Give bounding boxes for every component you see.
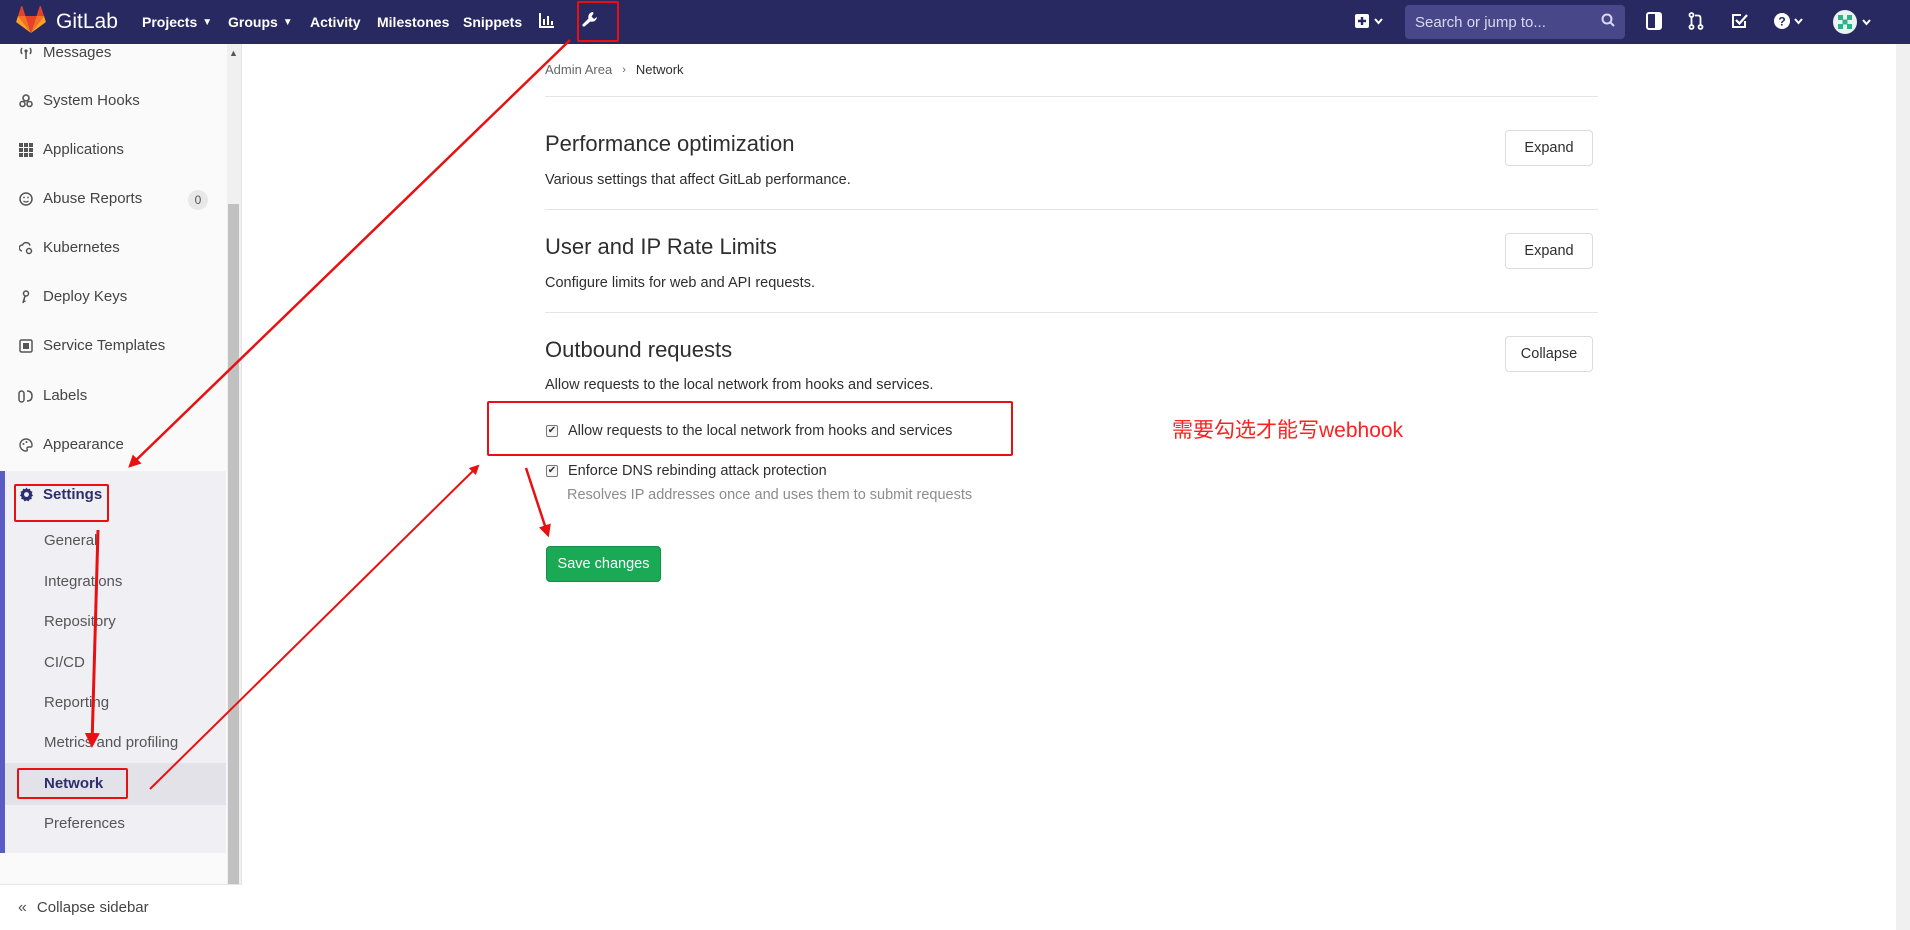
section-desc-outbound: Allow requests to the local network from… bbox=[545, 377, 934, 393]
divider bbox=[545, 312, 1598, 313]
brand-name: GitLab bbox=[56, 10, 118, 33]
settings-subitem-cicd[interactable]: CI/CD bbox=[44, 654, 85, 671]
chevron-down-icon: ▼ bbox=[202, 16, 213, 28]
search-placeholder: Search or jump to... bbox=[1415, 13, 1546, 31]
sidebar-item-label: Messages bbox=[43, 44, 112, 61]
sidebar-item-system-hooks[interactable]: System Hooks bbox=[18, 92, 140, 109]
annotation-box-allow-local bbox=[487, 401, 1013, 456]
settings-subitem-reporting[interactable]: Reporting bbox=[44, 694, 109, 711]
section-title-outbound: Outbound requests bbox=[545, 337, 733, 362]
page-scrollbar[interactable] bbox=[1896, 44, 1910, 930]
gitlab-logo-icon bbox=[16, 5, 46, 39]
settings-subitem-preferences[interactable]: Preferences bbox=[44, 815, 125, 832]
sidebar-item-label: Appearance bbox=[43, 436, 124, 453]
check-square-icon[interactable] bbox=[1731, 12, 1749, 30]
key-icon bbox=[18, 289, 34, 304]
gitlab-brand[interactable]: GitLab bbox=[16, 5, 118, 39]
double-chevron-left-icon: « bbox=[18, 898, 27, 916]
annotation-arrows bbox=[84, 39, 571, 790]
collapse-outbound-button[interactable]: Collapse bbox=[1505, 336, 1593, 372]
chart-icon[interactable] bbox=[539, 12, 555, 28]
merge-request-icon[interactable] bbox=[1688, 12, 1704, 30]
collapse-sidebar-button[interactable]: « Collapse sidebar bbox=[0, 884, 242, 930]
scroll-up-arrow-icon[interactable]: ▲ bbox=[229, 48, 238, 58]
collapse-sidebar-label: Collapse sidebar bbox=[36, 899, 149, 916]
annotation-box-settings bbox=[14, 484, 109, 522]
nav-groups-label: Groups bbox=[228, 14, 278, 30]
annotation-box-wrench bbox=[577, 1, 619, 42]
sidebar-item-messages[interactable]: Messages bbox=[18, 44, 111, 61]
plus-square-icon[interactable] bbox=[1354, 13, 1384, 29]
broadcast-icon bbox=[18, 46, 34, 60]
sidebar-item-kubernetes[interactable]: Kubernetes bbox=[18, 239, 120, 256]
annotation-box-network bbox=[17, 768, 128, 799]
section-desc-rate-limits: Configure limits for web and API request… bbox=[545, 275, 815, 291]
expand-performance-button[interactable]: Expand bbox=[1505, 130, 1593, 166]
divider bbox=[545, 209, 1598, 210]
grid-icon bbox=[18, 142, 34, 157]
save-changes-button[interactable]: Save changes bbox=[546, 546, 661, 582]
dns-rebinding-help-text: Resolves IP addresses once and uses them… bbox=[567, 487, 973, 503]
abuse-reports-count-badge: 0 bbox=[188, 190, 208, 210]
dns-rebinding-checkbox[interactable]: ✔ bbox=[546, 465, 558, 477]
sidebar-item-label: Abuse Reports bbox=[43, 190, 143, 207]
sidebar-item-label: System Hooks bbox=[43, 92, 140, 109]
smiley-icon bbox=[18, 191, 34, 206]
top-navbar: GitLab Projects ▼ Groups ▼ Activity Milest… bbox=[0, 0, 1910, 44]
sidebar-item-abuse-reports[interactable]: Abuse Reports bbox=[18, 190, 142, 207]
settings-subitem-integrations[interactable]: Integrations bbox=[44, 573, 122, 590]
nav-snippets[interactable]: Snippets bbox=[463, 14, 522, 30]
nav-projects[interactable]: Projects ▼ bbox=[142, 14, 212, 30]
sidebar-scrollbar-thumb[interactable] bbox=[228, 204, 239, 884]
avatar[interactable] bbox=[1832, 9, 1874, 35]
nav-activity[interactable]: Activity bbox=[310, 14, 361, 30]
hook-icon bbox=[18, 93, 34, 108]
section-desc-performance: Various settings that affect GitLab perf… bbox=[545, 172, 851, 188]
sidebar-item-service-templates[interactable]: Service Templates bbox=[18, 337, 165, 354]
todo-sidebar-icon[interactable] bbox=[1646, 12, 1662, 30]
divider bbox=[545, 96, 1598, 97]
dns-rebinding-label: Enforce DNS rebinding attack protection bbox=[568, 463, 827, 479]
sidebar-item-label: Applications bbox=[43, 141, 124, 158]
nav-groups[interactable]: Groups ▼ bbox=[228, 14, 293, 30]
expand-rate-limits-button[interactable]: Expand bbox=[1505, 233, 1593, 269]
template-icon bbox=[18, 338, 34, 353]
annotation-note: 需要勾选才能写webhook bbox=[1172, 419, 1404, 442]
sidebar-item-appearance[interactable]: Appearance bbox=[18, 436, 124, 453]
sidebar-item-labels[interactable]: Labels bbox=[18, 387, 87, 404]
sidebar-item-deploy-keys[interactable]: Deploy Keys bbox=[18, 288, 127, 305]
breadcrumb-parent[interactable]: Admin Area bbox=[545, 62, 612, 77]
sidebar-item-label: Labels bbox=[43, 387, 88, 404]
palette-icon bbox=[18, 437, 34, 452]
settings-subitem-general[interactable]: General bbox=[44, 532, 97, 549]
chevron-right-icon: › bbox=[622, 63, 626, 76]
breadcrumb-current: Network bbox=[635, 62, 684, 77]
nav-projects-label: Projects bbox=[142, 14, 198, 30]
breadcrumb: Admin Area › Network bbox=[545, 62, 684, 77]
section-title-rate-limits: User and IP Rate Limits bbox=[545, 234, 777, 259]
section-title-performance: Performance optimization bbox=[545, 131, 795, 156]
chevron-down-icon: ▼ bbox=[282, 16, 293, 28]
sidebar-item-label: Kubernetes bbox=[43, 239, 120, 256]
labels-icon bbox=[18, 389, 34, 403]
sidebar-item-label: Deploy Keys bbox=[43, 288, 128, 305]
arrow-to-save bbox=[524, 467, 551, 538]
search-input[interactable]: Search or jump to... bbox=[1405, 5, 1625, 39]
nav-milestones[interactable]: Milestones bbox=[377, 14, 449, 30]
cloud-gear-icon bbox=[18, 241, 34, 255]
help-icon[interactable]: ? bbox=[1773, 12, 1805, 30]
settings-subitem-repository[interactable]: Repository bbox=[44, 613, 116, 630]
search-icon bbox=[1601, 13, 1615, 31]
svg-text:?: ? bbox=[1778, 15, 1785, 29]
settings-subitem-metrics[interactable]: Metrics and profiling bbox=[44, 734, 178, 751]
dns-rebinding-row[interactable]: ✔ Enforce DNS rebinding attack protectio… bbox=[546, 463, 827, 479]
sidebar-item-applications[interactable]: Applications bbox=[18, 141, 124, 158]
sidebar-item-label: Service Templates bbox=[43, 337, 166, 354]
